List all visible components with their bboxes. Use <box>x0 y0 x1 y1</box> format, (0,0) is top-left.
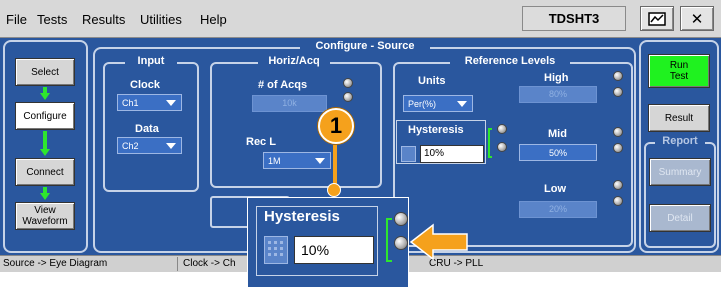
input-header: Input <box>125 55 177 67</box>
minimize-button[interactable] <box>640 6 674 31</box>
app-name-label: TDSHT3 <box>522 6 626 31</box>
chevron-down-icon <box>457 100 467 107</box>
hysteresis-knob-icon[interactable] <box>497 142 507 152</box>
keypad-icon[interactable] <box>401 146 416 162</box>
menu-tests[interactable]: Tests <box>37 12 67 27</box>
menu-results[interactable]: Results <box>82 12 125 27</box>
close-button[interactable]: ✕ <box>680 6 714 31</box>
callout-dot <box>327 183 341 197</box>
low-label: Low <box>544 183 566 195</box>
rec-len-dropdown[interactable]: 1M <box>263 152 331 169</box>
menu-utilities[interactable]: Utilities <box>140 12 182 27</box>
acqs-knob-icon[interactable] <box>343 92 353 102</box>
hysteresis-knob-icon[interactable] <box>497 124 507 134</box>
result-button[interactable]: Result <box>648 104 710 132</box>
connect-button[interactable]: Connect <box>15 158 75 186</box>
zoom-hysteresis-label: Hysteresis <box>264 208 340 225</box>
flow-arrow-icon <box>40 93 50 100</box>
view-label-line2: Waveform <box>22 216 68 227</box>
clock-dropdown[interactable]: Ch1 <box>117 94 182 111</box>
flow-arrow-icon <box>40 149 50 156</box>
menu-help[interactable]: Help <box>200 12 227 27</box>
high-label: High <box>544 72 569 84</box>
chevron-down-icon <box>166 142 176 149</box>
rec-len-value: 1M <box>268 155 281 166</box>
rec-len-label: Rec L <box>246 136 276 148</box>
units-label: Units <box>418 75 446 87</box>
mid-knob-icon[interactable] <box>613 127 623 137</box>
mid-label: Mid <box>548 128 567 140</box>
panel-title: Configure - Source <box>300 40 430 52</box>
low-knob-icon[interactable] <box>613 196 623 206</box>
horiz-acq-header: Horiz/Acq <box>258 55 330 67</box>
zoom-inset: Hysteresis 10% <box>247 197 409 288</box>
view-label-line1: View <box>34 205 56 216</box>
data-value: Ch2 <box>122 140 139 151</box>
knob-bracket <box>488 128 492 158</box>
clock-label: Clock <box>130 79 160 91</box>
data-dropdown[interactable]: Ch2 <box>117 137 182 154</box>
low-field[interactable]: 20% <box>519 201 597 218</box>
callout-arrow-icon <box>409 223 468 261</box>
zoom-hysteresis-input: 10% <box>294 236 374 264</box>
menu-file[interactable]: File <box>6 12 27 27</box>
units-value: Per(%) <box>408 98 437 109</box>
clock-value: Ch1 <box>122 97 139 108</box>
close-icon: ✕ <box>690 9 704 28</box>
reference-levels-header: Reference Levels <box>450 55 570 67</box>
units-dropdown[interactable]: Per(%) <box>403 95 473 112</box>
run-label-line2: Test <box>669 71 689 82</box>
zoom-knob-down-icon <box>394 236 408 250</box>
chevron-down-icon <box>315 157 325 164</box>
zoom-keypad-icon <box>264 236 288 264</box>
chevron-down-icon <box>166 99 176 106</box>
status-cru: CRU -> PLL <box>429 258 484 269</box>
data-label: Data <box>135 123 159 135</box>
high-knob-icon[interactable] <box>613 71 623 81</box>
report-header: Report <box>655 135 705 147</box>
acqs-knob-icon[interactable] <box>343 78 353 88</box>
num-acqs-label: # of Acqs <box>258 79 308 91</box>
zoom-knob-bracket <box>386 218 392 262</box>
view-waveform-button[interactable]: View Waveform <box>15 202 75 230</box>
menu-bar: File Tests Results Utilities Help TDSHT3… <box>0 0 721 38</box>
mid-field[interactable]: 50% <box>519 144 597 161</box>
hysteresis-label: Hysteresis <box>408 124 464 136</box>
hysteresis-input[interactable]: 10% <box>420 145 484 163</box>
high-knob-icon[interactable] <box>613 87 623 97</box>
low-knob-icon[interactable] <box>613 180 623 190</box>
high-field[interactable]: 80% <box>519 86 597 103</box>
select-button[interactable]: Select <box>15 58 75 86</box>
zoom-knob-up-icon <box>394 212 408 226</box>
detail-button[interactable]: Detail <box>649 204 711 232</box>
run-test-button[interactable]: Run Test <box>648 54 710 88</box>
status-source: Source -> Eye Diagram <box>0 257 178 271</box>
num-acqs-field[interactable]: 10k <box>252 95 327 112</box>
minimize-window-icon <box>648 11 666 26</box>
mid-knob-icon[interactable] <box>613 143 623 153</box>
callout-leader-line <box>333 145 337 185</box>
run-label-line1: Run <box>669 60 689 71</box>
configure-button[interactable]: Configure <box>15 102 75 130</box>
flow-arrow-stem <box>43 131 47 149</box>
summary-button[interactable]: Summary <box>649 158 711 186</box>
flow-arrow-icon <box>40 193 50 200</box>
callout-number-badge: 1 <box>318 108 354 144</box>
